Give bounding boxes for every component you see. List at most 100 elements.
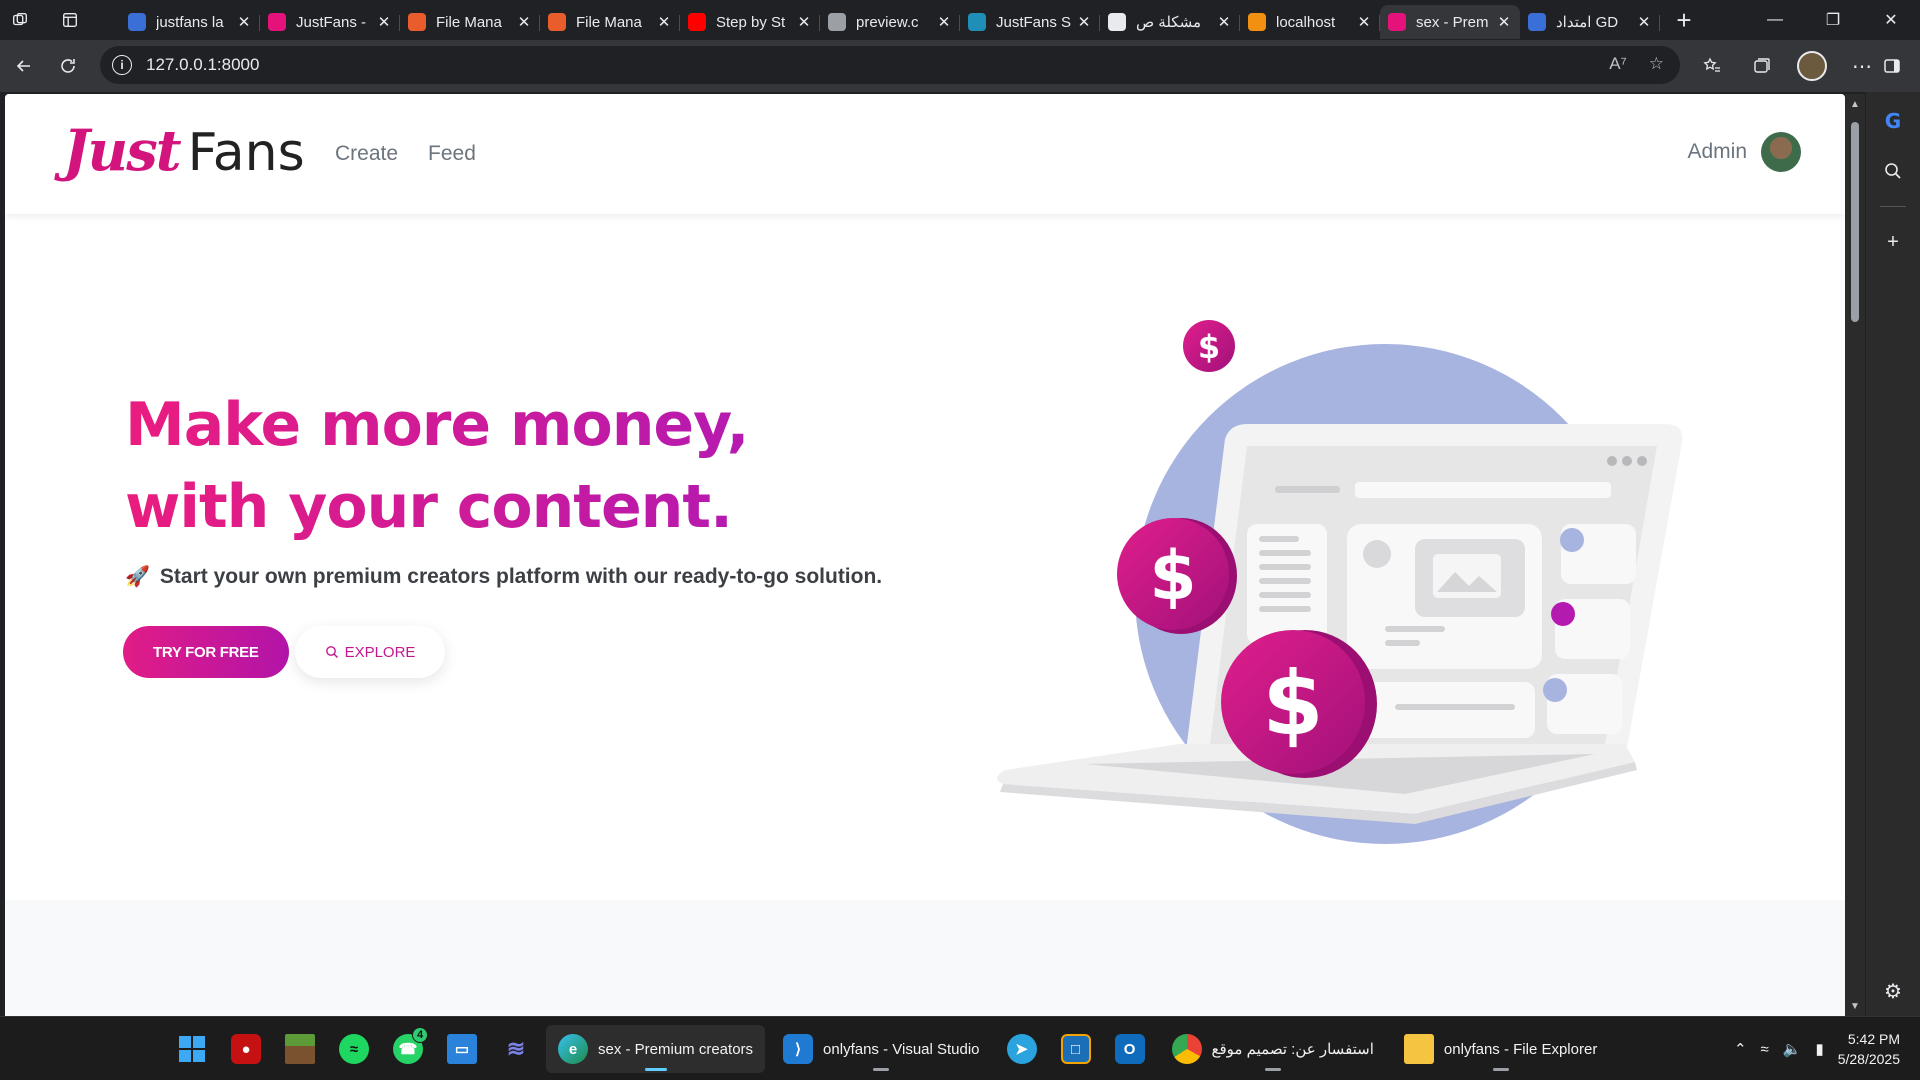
google-icon[interactable]: G (1878, 106, 1908, 136)
try-for-free-button[interactable]: TRY FOR FREE (123, 626, 289, 678)
tab-title: مشكلة ص (1136, 14, 1202, 31)
read-aloud-icon[interactable]: A⁷ (1609, 54, 1627, 74)
restore-button[interactable]: ❐ (1804, 0, 1862, 40)
taskbar-chrome[interactable]: استفسار عن: تصميم موقع (1160, 1025, 1386, 1073)
profile-avatar[interactable] (1790, 44, 1834, 88)
hero-title: Make more money, with your content. (125, 384, 748, 548)
browser-tab[interactable]: File Mana ✕ (400, 5, 540, 39)
vertical-tabs-icon[interactable] (50, 0, 90, 40)
settings-gear-icon[interactable]: ⚙ (1878, 976, 1908, 1006)
search-icon[interactable] (1878, 156, 1908, 186)
among-us-icon: ● (231, 1034, 261, 1064)
whatsapp-app[interactable]: ☎ 4 (384, 1025, 432, 1073)
start-button[interactable] (168, 1025, 216, 1073)
close-icon[interactable]: ✕ (656, 14, 672, 31)
favorites-icon[interactable] (1690, 44, 1734, 88)
close-icon[interactable]: ✕ (1076, 14, 1092, 31)
chevron-up-icon[interactable]: ⌃ (1734, 1040, 1747, 1058)
browser-tab[interactable]: localhost ✕ (1240, 5, 1380, 39)
close-icon[interactable]: ✕ (936, 14, 952, 31)
tab-title: justfans la (156, 13, 224, 31)
spotify-app[interactable]: ≈ (330, 1025, 378, 1073)
browser-tab[interactable]: sex - Prem ✕ (1380, 5, 1520, 39)
nav-feed[interactable]: Feed (428, 142, 476, 166)
chrome-icon (1171, 1034, 1202, 1064)
site-logo[interactable]: Just Fans (63, 118, 305, 184)
close-window-button[interactable]: ✕ (1862, 0, 1920, 40)
user-menu[interactable]: Admin (1687, 132, 1801, 172)
sidebar-toggle-icon[interactable] (1870, 44, 1914, 88)
copilot-app[interactable]: ≋ (492, 1025, 540, 1073)
avatar[interactable] (1761, 132, 1801, 172)
new-tab-button[interactable]: + (1666, 2, 1702, 38)
browser-tab[interactable]: مشكلة ص ✕ (1100, 5, 1240, 39)
taskbar-file-explorer[interactable]: onlyfans - File Explorer (1392, 1025, 1609, 1073)
search-icon (128, 13, 146, 31)
virtualbox-app[interactable]: □ (1052, 1025, 1100, 1073)
explore-button[interactable]: EXPLORE (294, 626, 446, 678)
volume-icon[interactable]: 🔈 (1783, 1040, 1802, 1058)
browser-tab[interactable]: preview.c ✕ (820, 5, 960, 39)
close-icon[interactable]: ✕ (376, 14, 392, 31)
battery-icon[interactable]: ▮ (1815, 1040, 1823, 1058)
user-name: Admin (1687, 140, 1747, 163)
remote-desktop-app[interactable]: ▭ (438, 1025, 486, 1073)
scroll-thumb[interactable] (1851, 122, 1859, 322)
search-icon (325, 646, 338, 659)
tab-title: preview.c (856, 13, 919, 31)
youtube-icon (688, 13, 706, 31)
back-button[interactable] (2, 44, 46, 88)
telegram-app[interactable]: ➤ (998, 1025, 1046, 1073)
clock[interactable]: 5:42 PM 5/28/2025 (1838, 1029, 1900, 1069)
globe-icon (968, 13, 986, 31)
hero-subtitle: 🚀 Start your own premium creators platfo… (125, 564, 883, 589)
rocket-icon: 🚀 (125, 566, 150, 588)
browser-tab[interactable]: File Mana ✕ (540, 5, 680, 39)
hero-actions: TRY FOR FREE EXPLORE (123, 626, 446, 678)
browser-tab[interactable]: Step by St ✕ (680, 5, 820, 39)
cpanel-icon (548, 13, 566, 31)
wave-icon: ≋ (506, 1036, 526, 1061)
add-sidebar-app-icon[interactable]: + (1878, 227, 1908, 257)
cpanel-icon (408, 13, 426, 31)
tab-title: sex - Prem (1416, 13, 1489, 31)
scroll-up-icon[interactable]: ▲ (1849, 100, 1861, 110)
wifi-icon[interactable]: ≈ (1761, 1041, 1769, 1058)
scroll-down-icon[interactable]: ▼ (1849, 1002, 1861, 1012)
justfans-icon (268, 13, 286, 31)
edge-icon: e (558, 1034, 588, 1064)
close-icon[interactable]: ✕ (796, 14, 812, 31)
sidebar-divider (1880, 206, 1906, 207)
close-icon[interactable]: ✕ (1216, 14, 1232, 31)
favorite-star-icon[interactable]: ☆ (1649, 54, 1664, 74)
minimize-button[interactable]: — (1746, 0, 1804, 40)
close-icon[interactable]: ✕ (1636, 14, 1652, 31)
address-bar[interactable]: i 127.0.0.1:8000 A⁷ ☆ (100, 46, 1680, 84)
close-icon[interactable]: ✕ (236, 14, 252, 31)
coin-small: $ (1183, 320, 1235, 372)
outlook-app[interactable]: O (1106, 1025, 1154, 1073)
close-icon[interactable]: ✕ (1356, 14, 1372, 31)
page-scrollbar[interactable]: ▲ ▼ (1845, 94, 1865, 1016)
tab-list: justfans la ✕ JustFans - ✕ File Mana ✕ File Ma… (90, 0, 1660, 40)
taskbar-vscode[interactable]: ⟩ onlyfans - Visual Studio (771, 1025, 991, 1073)
system-tray: ⌃ ≈ 🔈 ▮ 5:42 PM 5/28/2025 (1734, 1025, 1900, 1073)
file-icon (828, 13, 846, 31)
outlook-icon: O (1114, 1034, 1145, 1064)
workspaces-icon[interactable] (0, 0, 40, 40)
close-icon[interactable]: ✕ (516, 14, 532, 31)
browser-tab[interactable]: JustFans S ✕ (960, 5, 1100, 39)
browser-tab[interactable]: امتداد GD ✕ (1520, 5, 1660, 39)
refresh-button[interactable] (46, 44, 90, 88)
browser-tab[interactable]: JustFans - ✕ (260, 5, 400, 39)
taskbar-edge[interactable]: e sex - Premium creators (546, 1025, 766, 1073)
browser-tab[interactable]: justfans la ✕ (120, 5, 260, 39)
nav-create[interactable]: Create (335, 142, 398, 166)
minecraft-app[interactable] (276, 1025, 324, 1073)
windows-icon (179, 1036, 205, 1062)
collections-icon[interactable] (1740, 44, 1784, 88)
close-icon[interactable]: ✕ (1496, 14, 1512, 31)
among-us-app[interactable]: ● (222, 1025, 270, 1073)
site-info-icon[interactable]: i (112, 55, 132, 75)
tab-title: localhost (1276, 13, 1336, 31)
